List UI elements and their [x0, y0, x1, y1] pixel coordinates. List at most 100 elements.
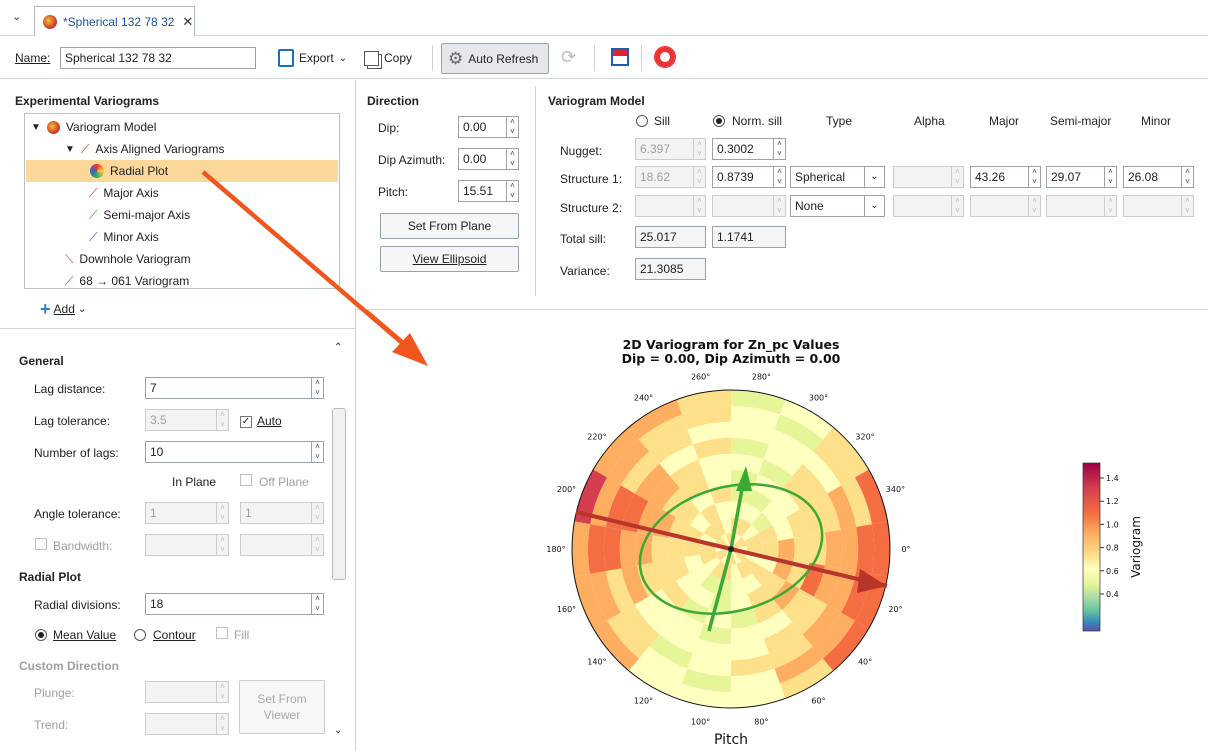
- trend-stepper[interactable]: ˄ ˅: [217, 713, 229, 735]
- expanded-icon[interactable]: ▼: [65, 144, 75, 155]
- bandwidth-checkbox[interactable]: [35, 538, 47, 553]
- angle-tolerance-in-stepper[interactable]: ˄ ˅: [217, 502, 229, 524]
- s2-norm-input[interactable]: [712, 195, 774, 217]
- fill-checkbox[interactable]: [216, 627, 228, 642]
- s1-alpha-stepper[interactable]: ˄ ˅: [952, 166, 964, 188]
- help-icon[interactable]: [654, 46, 676, 68]
- trend-input[interactable]: [145, 713, 217, 735]
- lag-tolerance-input[interactable]: 3.5: [145, 409, 217, 431]
- bandwidth-off-plane[interactable]: [240, 534, 312, 556]
- s2-sill-input[interactable]: [635, 195, 694, 217]
- close-icon[interactable]: ✕: [182, 14, 193, 30]
- dip-azimuth-input[interactable]: 0.00: [458, 148, 507, 170]
- angle-tolerance-off-stepper[interactable]: ˄ ˅: [312, 502, 324, 524]
- export-button[interactable]: Export ⌄: [278, 44, 347, 72]
- tree-item-minor-axis[interactable]: ⟋ Minor Axis: [89, 226, 159, 248]
- off-plane-checkbox[interactable]: [240, 474, 252, 489]
- s2-major-input[interactable]: [970, 195, 1029, 217]
- custom-direction-title: Custom Direction: [19, 659, 120, 673]
- s2-minor-stepper[interactable]: ˄ ˅: [1182, 195, 1194, 217]
- lag-tolerance-stepper[interactable]: ˄ ˅: [217, 409, 229, 431]
- s1-type-dropdown[interactable]: ⌄: [865, 166, 885, 188]
- add-button[interactable]: + Add ⌄: [40, 300, 86, 318]
- s2-alpha-input[interactable]: [893, 195, 952, 217]
- s1-norm-input[interactable]: 0.8739: [712, 166, 774, 188]
- plunge-input[interactable]: [145, 681, 217, 703]
- s1-major-input[interactable]: 43.26: [970, 166, 1029, 188]
- bandwidth-in-stepper[interactable]: ˄ ˅: [217, 534, 229, 556]
- radial-plot-icon: [90, 164, 104, 178]
- s1-minor-stepper[interactable]: ˄ ˅: [1182, 166, 1194, 188]
- auto-checkbox[interactable]: ✓: [240, 413, 252, 428]
- s1-sill-stepper[interactable]: ˄ ˅: [694, 166, 706, 188]
- num-lags-stepper[interactable]: ˄ ˅: [312, 441, 324, 463]
- s2-type-select[interactable]: None: [790, 195, 865, 217]
- plunge-stepper[interactable]: ˄ ˅: [217, 681, 229, 703]
- pitch-stepper[interactable]: ˄ ˅: [507, 180, 519, 202]
- nugget-norm-stepper[interactable]: ˄ ˅: [774, 138, 786, 160]
- view-ellipsoid-button[interactable]: View Ellipsoid: [380, 246, 519, 272]
- tab-variogram[interactable]: *Spherical 132 78 32 ✕: [34, 6, 195, 36]
- set-from-viewer-button[interactable]: Set From Viewer: [239, 680, 325, 734]
- sill-radio[interactable]: [636, 114, 648, 128]
- expand-down-icon[interactable]: ⌄: [334, 725, 342, 736]
- s1-alpha-input[interactable]: [893, 166, 952, 188]
- left-scrollbar-thumb[interactable]: [332, 408, 346, 580]
- radial-divisions-input[interactable]: 18: [145, 593, 312, 615]
- s1-sill-input[interactable]: 18.62: [635, 166, 694, 188]
- name-input[interactable]: Spherical 132 78 32: [60, 47, 256, 69]
- s1-minor-input[interactable]: 26.08: [1123, 166, 1182, 188]
- s2-alpha-stepper[interactable]: ˄ ˅: [952, 195, 964, 217]
- s2-semi-major-input[interactable]: [1046, 195, 1105, 217]
- tree-item-major-axis[interactable]: ⟋ Major Axis: [89, 182, 159, 204]
- s1-norm-stepper[interactable]: ˄ ˅: [774, 166, 786, 188]
- s1-semi-major-stepper[interactable]: ˄ ˅: [1105, 166, 1117, 188]
- s2-minor-input[interactable]: [1123, 195, 1182, 217]
- dip-input[interactable]: 0.00: [458, 116, 507, 138]
- s2-major-stepper[interactable]: ˄ ˅: [1029, 195, 1041, 217]
- lag-distance-stepper[interactable]: ˄ ˅: [312, 377, 324, 399]
- lag-distance-input[interactable]: 7: [145, 377, 312, 399]
- s1-type-select[interactable]: Spherical: [790, 166, 865, 188]
- s1-major-stepper[interactable]: ˄ ˅: [1029, 166, 1041, 188]
- bandwidth-off-stepper[interactable]: ˄ ˅: [312, 534, 324, 556]
- s2-type-dropdown[interactable]: ⌄: [865, 195, 885, 217]
- auto-refresh-button[interactable]: ⚙ Auto Refresh: [441, 43, 549, 74]
- s2-sill-stepper[interactable]: ˄ ˅: [694, 195, 706, 217]
- pitch-input[interactable]: 15.51: [458, 180, 507, 202]
- angle-tick-label: 0°: [901, 545, 910, 554]
- copy-button[interactable]: Copy: [364, 44, 412, 72]
- refresh-icon[interactable]: ⟳: [561, 47, 576, 68]
- s2-norm-stepper[interactable]: ˄ ˅: [774, 195, 786, 217]
- tree-item-semi-major-axis[interactable]: ⟋ Semi-major Axis: [89, 204, 190, 226]
- chevron-down-icon[interactable]: ⌄: [12, 10, 21, 23]
- dip-azimuth-stepper[interactable]: ˄ ˅: [507, 148, 519, 170]
- num-lags-input[interactable]: 10: [145, 441, 312, 463]
- sill-label: Sill: [654, 114, 671, 128]
- nugget-sill-stepper[interactable]: ˄ ˅: [694, 138, 706, 160]
- bandwidth-in-plane[interactable]: [145, 534, 217, 556]
- contour-radio[interactable]: [134, 628, 146, 642]
- s1-semi-major-input[interactable]: 29.07: [1046, 166, 1105, 188]
- save-icon[interactable]: [611, 48, 629, 66]
- nugget-sill-input[interactable]: 6.397: [635, 138, 694, 160]
- set-from-plane-button[interactable]: Set From Plane: [380, 213, 519, 239]
- tree-item-axis-aligned[interactable]: ▼ ⟋ Axis Aligned Variograms: [65, 138, 335, 160]
- dip-stepper[interactable]: ˄ ˅: [507, 116, 519, 138]
- copy-icon: [364, 50, 379, 66]
- angle-tolerance-in-plane[interactable]: 1: [145, 502, 217, 524]
- tree-item-radial-plot[interactable]: Radial Plot: [26, 160, 338, 182]
- variogram-tree: ▼ Variogram Model ▼ ⟋ Axis Aligned Variogra…: [24, 113, 340, 289]
- mean-value-radio[interactable]: [35, 628, 47, 642]
- nugget-norm-input[interactable]: 0.3002: [712, 138, 774, 160]
- s2-semi-major-stepper[interactable]: ˄ ˅: [1105, 195, 1117, 217]
- angle-tolerance-off-plane[interactable]: 1: [240, 502, 312, 524]
- tree-item-downhole[interactable]: ⟍ Downhole Variogram: [65, 248, 191, 270]
- tree-item-variogram-model[interactable]: ▼ Variogram Model: [31, 116, 331, 138]
- expanded-icon[interactable]: ▼: [31, 122, 41, 133]
- radial-bin: [683, 540, 700, 558]
- tree-item-directional[interactable]: ⟋ 68 → 061 Variogram: [65, 270, 189, 292]
- radial-divisions-stepper[interactable]: ˄ ˅: [312, 593, 324, 615]
- norm-sill-radio[interactable]: [713, 114, 725, 128]
- collapse-up-icon[interactable]: ⌃: [334, 342, 342, 353]
